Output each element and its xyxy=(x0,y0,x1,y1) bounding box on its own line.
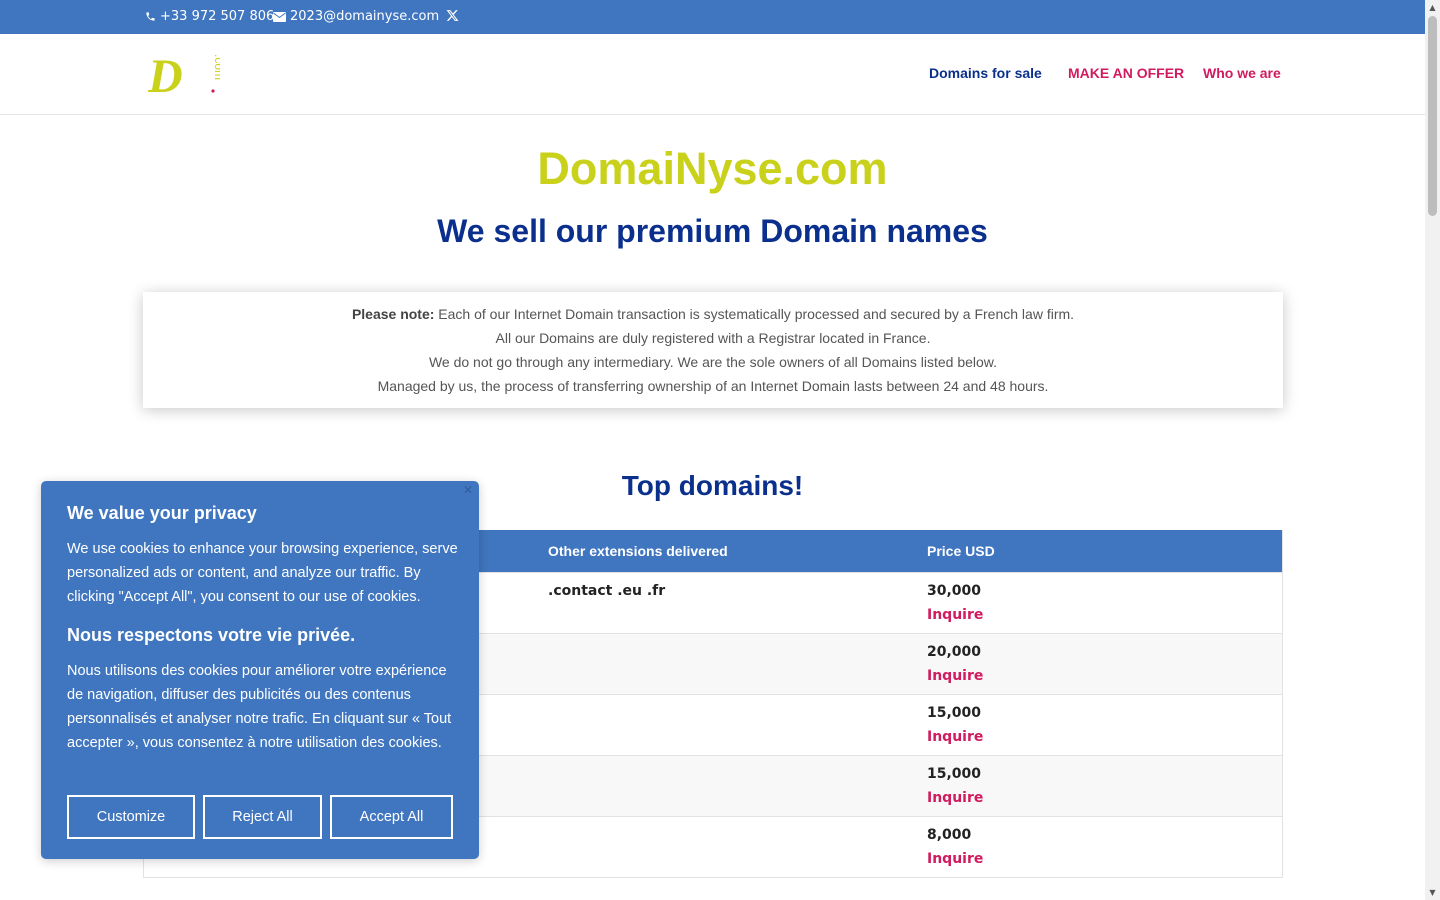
header-extensions: Other extensions delivered xyxy=(548,543,728,559)
email-link[interactable]: 2023@domainyse.com xyxy=(273,9,439,24)
logo-letter: D xyxy=(148,52,183,98)
notice-line-1: Please note: Each of our Internet Domain… xyxy=(143,304,1283,328)
envelope-icon xyxy=(273,11,286,22)
notice-label: Please note: xyxy=(351,306,435,322)
cookie-title-en: We value your privacy xyxy=(67,503,257,523)
scroll-up-arrow-icon[interactable]: ▲ xyxy=(1428,3,1437,12)
top-bar: +33 972 507 806 2023@domainyse.com xyxy=(0,0,1425,34)
site-header: D .com Domains for sale MAKE AN OFFER Wh… xyxy=(0,34,1425,115)
scrollbar-thumb[interactable] xyxy=(1428,16,1437,216)
price-cell: 15,000 xyxy=(927,766,982,782)
notice-line-3: We do not go through any intermediary. W… xyxy=(428,354,998,370)
cookie-body-en: We use cookies to enhance your browsing … xyxy=(67,541,458,605)
scroll-down-arrow-icon[interactable]: ▼ xyxy=(1428,888,1437,897)
price-cell: 20,000 xyxy=(927,644,982,660)
logo-suffix: .com xyxy=(212,54,220,80)
nav-domains-for-sale[interactable]: Domains for sale xyxy=(929,65,1042,81)
inquire-link[interactable]: Inquire xyxy=(927,729,983,745)
customize-button[interactable]: Customize xyxy=(67,795,195,839)
inquire-link[interactable]: Inquire xyxy=(927,851,983,867)
email-address: 2023@domainyse.com xyxy=(290,9,440,24)
price-cell: 30,000 xyxy=(927,583,982,599)
brand-title: DomaiNyse.com xyxy=(537,143,888,194)
phone-number: +33 972 507 806 xyxy=(160,9,275,24)
header-price: Price USD xyxy=(927,543,995,559)
cookie-body-fr: Nous utilisons des cookies pour améliore… xyxy=(67,663,452,751)
price-cell: 15,000 xyxy=(927,705,982,721)
reject-all-button[interactable]: Reject All xyxy=(203,795,322,839)
notice-box: Please note: Each of our Internet Domain… xyxy=(143,292,1283,408)
page-tagline: We sell our premium Domain names xyxy=(437,213,988,249)
inquire-link[interactable]: Inquire xyxy=(927,607,983,623)
x-twitter-icon[interactable] xyxy=(446,9,459,22)
nav-make-an-offer[interactable]: MAKE AN OFFER xyxy=(1068,65,1184,81)
extensions-cell: .contact .eu .fr xyxy=(548,583,666,599)
cookie-title-fr: Nous respectons votre vie privée. xyxy=(67,625,356,645)
notice-line-4: Managed by us, the process of transferri… xyxy=(377,378,1049,394)
nav-who-we-are[interactable]: Who we are xyxy=(1203,65,1281,81)
inquire-link[interactable]: Inquire xyxy=(927,790,983,806)
notice-text-1: Each of our Internet Domain transaction … xyxy=(434,306,1075,322)
notice-line-2: All our Domains are duly registered with… xyxy=(495,330,931,346)
phone-link[interactable]: +33 972 507 806 xyxy=(145,9,274,24)
inquire-link[interactable]: Inquire xyxy=(927,668,983,684)
site-logo[interactable]: D .com xyxy=(147,50,226,103)
cookie-consent-banner: ✕ We value your privacy We use cookies t… xyxy=(41,481,479,859)
page-scrollbar[interactable]: ▲ ▼ xyxy=(1425,0,1440,900)
close-icon[interactable]: ✕ xyxy=(463,483,473,497)
phone-icon xyxy=(145,11,156,22)
price-cell: 8,000 xyxy=(927,827,972,843)
accept-all-button[interactable]: Accept All xyxy=(330,795,453,839)
